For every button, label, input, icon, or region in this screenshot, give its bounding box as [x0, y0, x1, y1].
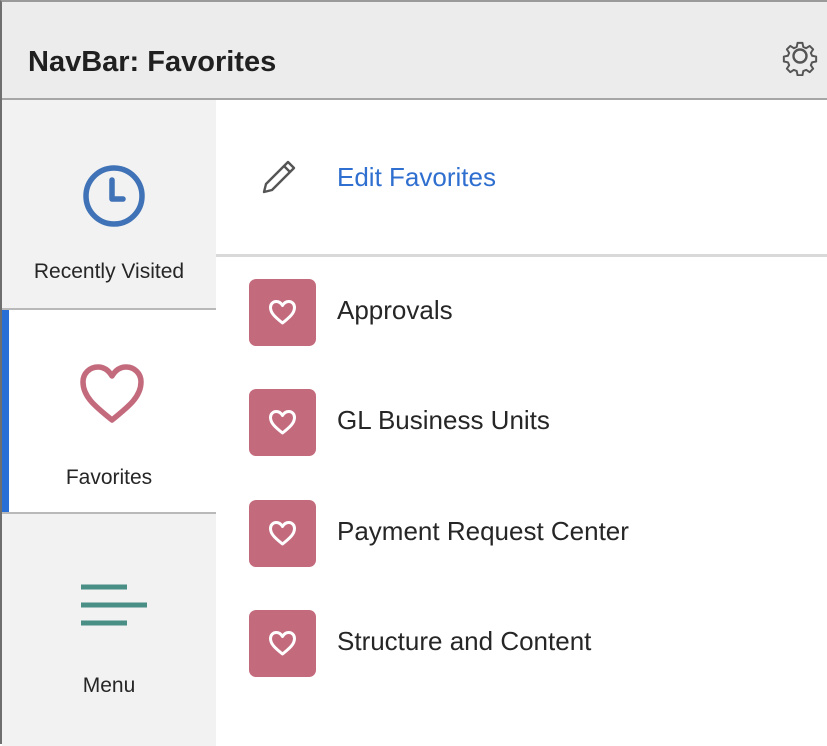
page-title: NavBar: Favorites: [28, 46, 277, 78]
clock-icon: [83, 165, 145, 227]
sidebar-item-favorites[interactable]: Favorites: [2, 310, 216, 514]
favorites-panel: Edit Favorites Approvals GL Business Uni…: [216, 100, 827, 746]
sidebar-item-recently-visited[interactable]: Recently Visited: [2, 100, 216, 310]
favorite-badge: [249, 500, 316, 567]
gear-icon[interactable]: [780, 36, 820, 76]
favorite-item-structure-and-content[interactable]: Structure and Content: [216, 588, 827, 698]
favorite-label: Payment Request Center: [337, 516, 629, 546]
edit-favorites-row[interactable]: Edit Favorites: [216, 100, 827, 257]
heart-icon: [269, 521, 296, 546]
heart-icon: [80, 364, 144, 423]
favorite-label: GL Business Units: [337, 405, 550, 435]
sidebar-item-label: Recently Visited: [33, 260, 185, 283]
sidebar-item-label: Favorites: [65, 466, 153, 489]
heart-icon: [269, 631, 296, 656]
favorite-badge: [249, 389, 316, 456]
favorite-badge: [249, 610, 316, 677]
navbar-window: NavBar: Favorites Recently Visited Favor…: [0, 0, 827, 746]
favorite-item-gl-business-units[interactable]: GL Business Units: [216, 367, 827, 477]
favorite-label: Approvals: [337, 295, 453, 325]
pencil-icon: [262, 160, 296, 194]
sidebar: Recently Visited Favorites Menu: [2, 100, 216, 746]
favorite-badge: [249, 279, 316, 346]
sidebar-item-menu[interactable]: Menu: [2, 514, 216, 746]
edit-favorites-link[interactable]: Edit Favorites: [337, 162, 496, 193]
menu-lines-icon: [81, 584, 147, 626]
favorite-label: Structure and Content: [337, 626, 592, 656]
favorite-item-approvals[interactable]: Approvals: [216, 257, 827, 367]
sidebar-item-label: Menu: [82, 674, 136, 697]
favorite-item-payment-request-center[interactable]: Payment Request Center: [216, 478, 827, 588]
heart-icon: [269, 410, 296, 435]
heart-icon: [269, 300, 296, 325]
navbar-header: NavBar: Favorites: [2, 2, 827, 100]
